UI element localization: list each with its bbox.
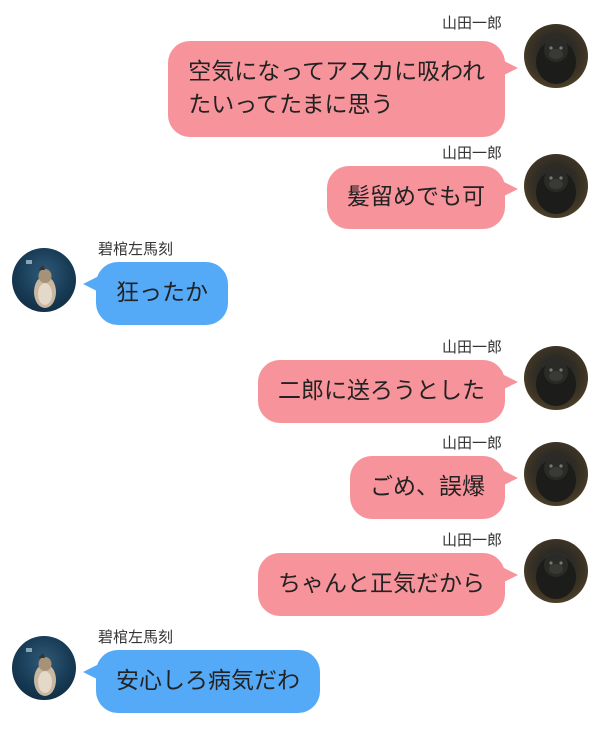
sender-name: 碧棺左馬刻 (98, 628, 174, 646)
bubble-tail (83, 276, 99, 292)
message-bubble[interactable]: 髪留めでも可 (327, 166, 505, 229)
sender-name: 山田一郎 (441, 531, 502, 549)
gorilla-avatar-icon[interactable] (524, 154, 588, 218)
bubble-tail (502, 567, 518, 583)
penguin-avatar-icon[interactable] (12, 248, 76, 312)
gorilla-avatar-icon[interactable] (524, 442, 588, 506)
bubble-tail (502, 470, 518, 486)
message-bubble[interactable]: 狂ったか (96, 262, 228, 325)
sender-name: 山田一郎 (441, 434, 502, 452)
message-bubble[interactable]: 安心しろ病気だわ (96, 650, 320, 713)
penguin-avatar-icon[interactable] (12, 636, 76, 700)
message-bubble[interactable]: ちゃんと正気だから (258, 553, 505, 616)
gorilla-avatar-icon[interactable] (524, 346, 588, 410)
message-bubble[interactable]: 二郎に送ろうとした (258, 360, 505, 423)
sender-name: 山田一郎 (441, 338, 502, 356)
bubble-tail (502, 374, 518, 390)
chat-thread: 山田一郎 空気になってアスカに吸われ たいってたまに思う 山田一郎 髪留めでも可… (0, 0, 600, 730)
sender-name: 碧棺左馬刻 (98, 240, 174, 258)
message-bubble[interactable]: 空気になってアスカに吸われ たいってたまに思う (168, 41, 505, 137)
message-bubble[interactable]: ごめ、誤爆 (350, 456, 505, 519)
sender-name: 山田一郎 (441, 144, 502, 162)
bubble-tail (83, 664, 99, 680)
gorilla-avatar-icon[interactable] (524, 539, 588, 603)
bubble-tail (502, 60, 518, 76)
gorilla-avatar-icon[interactable] (524, 24, 588, 88)
sender-name: 山田一郎 (441, 14, 502, 32)
bubble-tail (502, 181, 518, 197)
